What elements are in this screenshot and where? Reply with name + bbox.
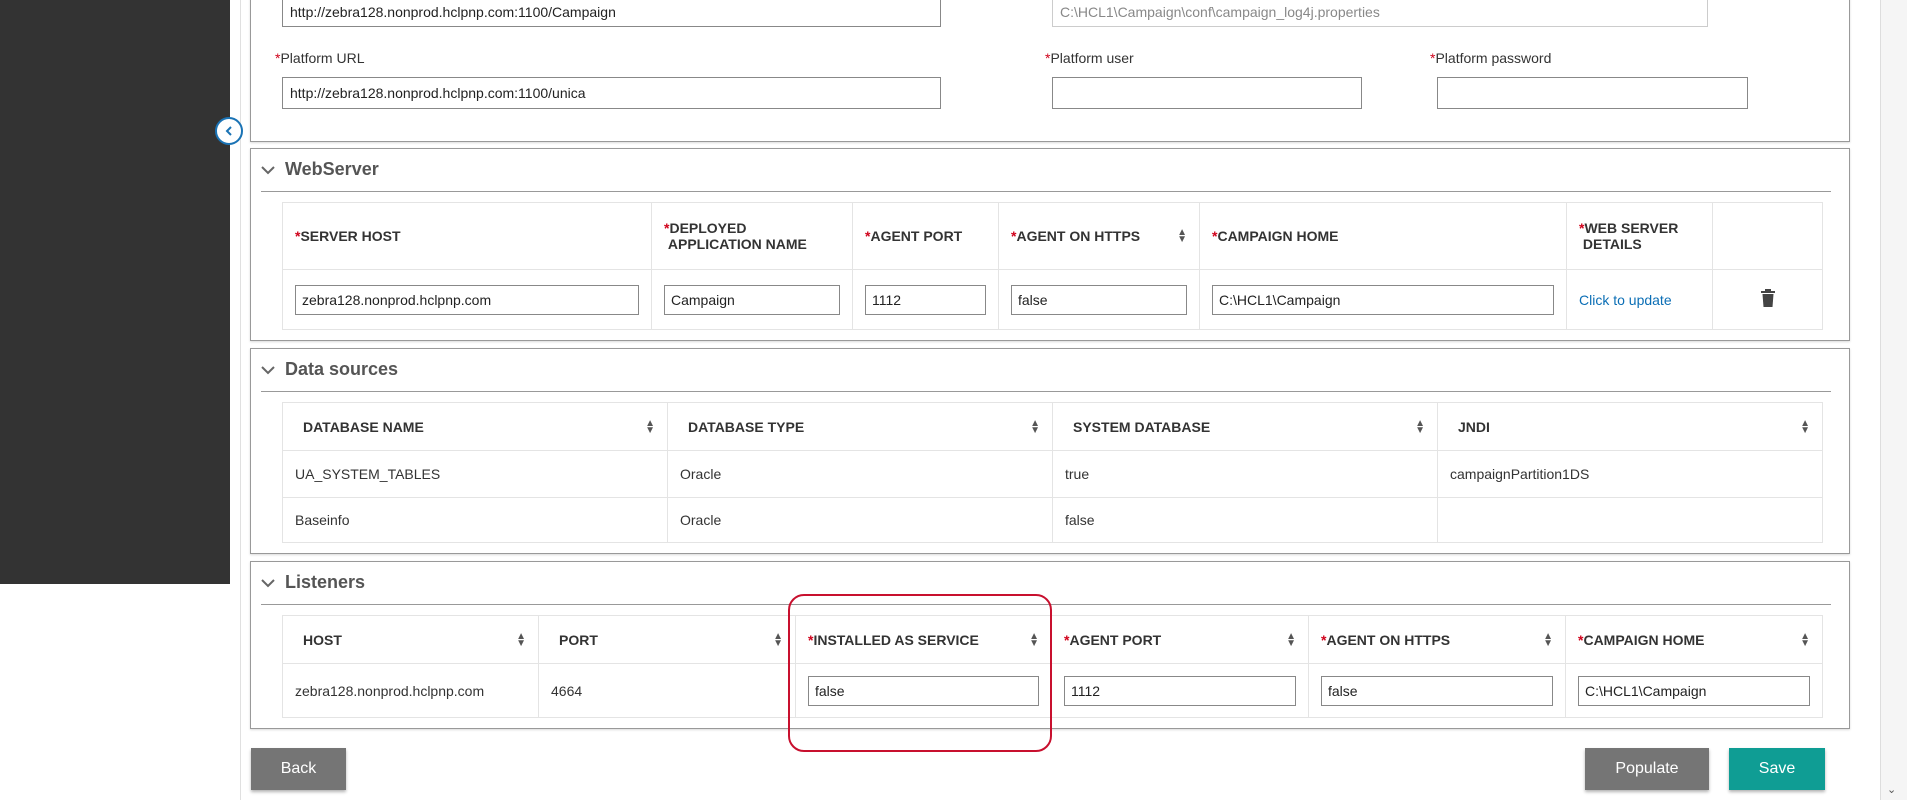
webserver-table: *SERVER HOST *DEPLOYED APPLICATION NAME …	[282, 202, 1823, 330]
sort-icon[interactable]: ▲ ▼	[1177, 228, 1187, 245]
platform-url-label: *Platform URL	[275, 50, 365, 66]
listeners-title: Listeners	[285, 572, 366, 592]
port-cell: 4664	[538, 663, 796, 718]
campaign-home-header[interactable]: *CAMPAIGN HOME ▲ ▼	[1565, 615, 1823, 664]
server-host-input[interactable]	[295, 284, 639, 315]
platform-user-input[interactable]	[1052, 77, 1362, 109]
listeners-table: HOST ▲ ▼ PORT ▲ ▼ *INSTALLED AS SERVICE ▲ ▼ *A…	[282, 615, 1823, 718]
campaign-home-header[interactable]: *CAMPAIGN HOME	[1199, 202, 1567, 270]
save-button[interactable]: Save	[1729, 748, 1825, 790]
scroll-down-icon[interactable]: ⌄	[1887, 783, 1896, 796]
section-divider	[261, 391, 1831, 392]
table-row: zebra128.nonprod.hclpnp.com 4664	[282, 663, 1823, 718]
log4j-path-input[interactable]	[1052, 0, 1708, 27]
agent-on-https-header[interactable]: *AGENT ON HTTPS ▲ ▼	[1308, 615, 1566, 664]
webserver-panel: WebServer *SERVER HOST *DEPLOYED APPLICA…	[250, 148, 1850, 341]
chevron-down-icon[interactable]	[261, 162, 285, 178]
campaign-url-input[interactable]	[282, 0, 941, 27]
deployed-app-name-header[interactable]: *DEPLOYED APPLICATION NAME	[651, 202, 853, 270]
sort-icon[interactable]: ▲ ▼	[1800, 418, 1810, 435]
agent-port-header[interactable]: *AGENT PORT ▲ ▼	[1051, 615, 1309, 664]
chevron-down-icon[interactable]	[261, 575, 285, 591]
platform-user-label: *Platform user	[1045, 50, 1134, 66]
webserver-title: WebServer	[285, 159, 379, 179]
system-database-header[interactable]: SYSTEM DATABASE ▲ ▼	[1052, 402, 1438, 451]
jndi-header[interactable]: JNDI ▲ ▼	[1437, 402, 1823, 451]
sort-icon[interactable]: ▲ ▼	[1800, 631, 1810, 648]
deployed-app-name-input[interactable]	[664, 284, 840, 315]
agent-on-https-input[interactable]	[1321, 675, 1553, 706]
table-header-row: HOST ▲ ▼ PORT ▲ ▼ *INSTALLED AS SERVICE ▲ ▼ *A…	[282, 615, 1823, 664]
database-name-header[interactable]: DATABASE NAME ▲ ▼	[282, 402, 668, 451]
sort-icon[interactable]: ▲ ▼	[1543, 631, 1553, 648]
sort-icon[interactable]: ▲ ▼	[773, 631, 783, 648]
data-sources-table: DATABASE NAME ▲ ▼ DATABASE TYPE ▲ ▼ SYSTEM D…	[282, 402, 1823, 543]
populate-button[interactable]: Populate	[1585, 748, 1709, 790]
agent-on-https-header[interactable]: *AGENT ON HTTPS ▲ ▼	[998, 202, 1200, 270]
agent-on-https-input[interactable]	[1011, 284, 1187, 315]
server-host-header[interactable]: *SERVER HOST	[282, 202, 652, 270]
system-database-cell: false	[1052, 497, 1438, 543]
database-type-cell: Oracle	[667, 497, 1053, 543]
database-type-cell: Oracle	[667, 450, 1053, 498]
database-name-cell: Baseinfo	[282, 497, 668, 543]
table-row[interactable]: UA_SYSTEM_TABLES Oracle true campaignPar…	[282, 450, 1823, 498]
table-header-row: DATABASE NAME ▲ ▼ DATABASE TYPE ▲ ▼ SYSTEM D…	[282, 402, 1823, 451]
host-cell: zebra128.nonprod.hclpnp.com	[282, 663, 539, 718]
database-type-header[interactable]: DATABASE TYPE ▲ ▼	[667, 402, 1053, 451]
collapse-sidebar-button[interactable]	[215, 117, 243, 145]
jndi-cell	[1437, 497, 1823, 543]
back-button[interactable]: Back	[251, 748, 346, 790]
data-sources-section-header[interactable]: Data sources	[261, 359, 398, 380]
database-name-cell: UA_SYSTEM_TABLES	[282, 450, 668, 498]
data-sources-panel: Data sources DATABASE NAME ▲ ▼ DATABASE TY…	[250, 348, 1850, 554]
section-divider	[261, 191, 1831, 192]
sort-icon[interactable]: ▲ ▼	[1286, 631, 1296, 648]
sort-icon[interactable]: ▲ ▼	[1030, 418, 1040, 435]
system-database-cell: true	[1052, 450, 1438, 498]
table-row: Click to update	[282, 269, 1823, 330]
campaign-home-input[interactable]	[1212, 284, 1554, 315]
agent-port-input[interactable]	[1064, 675, 1296, 706]
platform-password-input[interactable]	[1437, 77, 1748, 109]
sort-icon[interactable]: ▲ ▼	[516, 631, 526, 648]
host-header[interactable]: HOST ▲ ▼	[282, 615, 539, 664]
web-server-details-header[interactable]: *WEB SERVER DETAILS	[1566, 202, 1713, 270]
platform-url-input[interactable]	[282, 77, 941, 109]
highlight-annotation	[788, 594, 1052, 752]
agent-port-input[interactable]	[865, 284, 986, 315]
actions-header	[1712, 202, 1823, 270]
click-to-update-link[interactable]: Click to update	[1579, 292, 1672, 308]
data-sources-title: Data sources	[285, 359, 399, 379]
trash-icon[interactable]	[1760, 289, 1775, 307]
campaign-home-input[interactable]	[1578, 675, 1810, 706]
vertical-scrollbar[interactable]: ⌄	[1880, 0, 1907, 800]
jndi-cell: campaignPartition1DS	[1437, 450, 1823, 498]
platform-settings-panel: *Platform URL *Platform user *Platform p…	[250, 0, 1850, 142]
listeners-section-header[interactable]: Listeners	[261, 572, 365, 593]
webserver-section-header[interactable]: WebServer	[261, 159, 379, 180]
sort-icon[interactable]: ▲ ▼	[645, 418, 655, 435]
sort-icon[interactable]: ▲ ▼	[1415, 418, 1425, 435]
platform-password-label: *Platform password	[1430, 50, 1552, 66]
port-header[interactable]: PORT ▲ ▼	[538, 615, 796, 664]
left-dark-panel	[0, 0, 230, 584]
chevron-left-icon	[225, 126, 232, 136]
table-header-row: *SERVER HOST *DEPLOYED APPLICATION NAME …	[282, 202, 1823, 270]
table-row[interactable]: Baseinfo Oracle false	[282, 497, 1823, 543]
chevron-down-icon[interactable]	[261, 362, 285, 378]
agent-port-header[interactable]: *AGENT PORT	[852, 202, 999, 270]
